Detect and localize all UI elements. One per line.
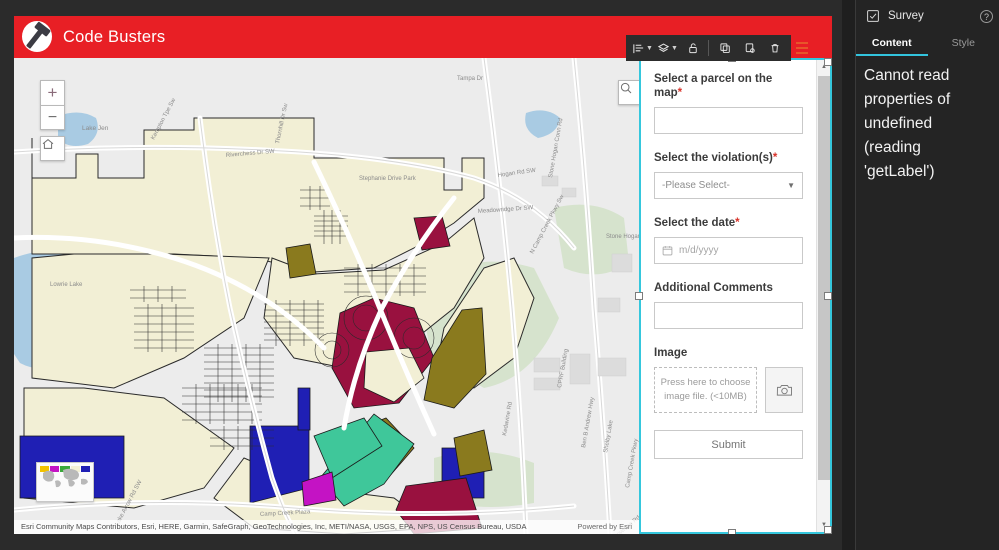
field-label-parcel: Select a parcel on the map* <box>654 73 773 99</box>
help-circle-icon[interactable]: ? <box>980 10 993 23</box>
resize-handle-bottom[interactable] <box>728 529 736 534</box>
field-image: Image Press here to choose image file. (… <box>654 346 803 413</box>
gavel-logo-icon <box>19 20 53 54</box>
search-icon[interactable] <box>618 80 639 105</box>
duplicate-icon[interactable] <box>712 36 737 60</box>
required-asterisk: * <box>677 87 683 99</box>
resize-handle-right[interactable] <box>824 292 832 300</box>
map-label: Tampa Dr <box>457 76 483 82</box>
builder-canvas: Code Busters ▼ ▼ Lake Jen Tampa Dr River… <box>0 0 842 550</box>
parcel-input[interactable] <box>654 107 803 134</box>
calendar-icon <box>662 246 673 256</box>
world-map-icon[interactable] <box>36 462 94 502</box>
field-label-comments: Additional Comments <box>654 282 773 294</box>
properties-panel-title: Survey <box>888 10 924 22</box>
properties-panel-tabs[interactable]: Content Style <box>856 32 999 56</box>
map-label: Lowrie Lake <box>50 282 83 288</box>
submit-button[interactable]: Submit <box>654 430 803 459</box>
field-label-image: Image <box>654 347 688 359</box>
zoom-out-button[interactable]: − <box>40 105 65 130</box>
resize-handle-left[interactable] <box>635 292 643 300</box>
image-file-dropzone[interactable]: Press here to choose image file. (<10MB) <box>654 367 757 413</box>
unlock-icon[interactable] <box>680 36 705 60</box>
builder-window: Code Busters ▼ ▼ Lake Jen Tampa Dr River… <box>0 0 999 550</box>
app-widget-frame: Code Busters ▼ ▼ Lake Jen Tampa Dr River… <box>14 16 832 534</box>
field-parcel: Select a parcel on the map* <box>654 72 803 134</box>
field-date: Select the date* m/d/yyyy <box>654 216 803 264</box>
date-input[interactable]: m/d/yyyy <box>654 237 803 264</box>
survey-checkbox-icon <box>867 10 879 22</box>
copy-settings-icon[interactable] <box>737 36 762 60</box>
error-message: Cannot read properties of undefined (rea… <box>864 67 951 180</box>
field-label-violation: Select the violation(s)* <box>654 152 778 164</box>
map-label: Stone Hogan Park <box>606 234 639 240</box>
layers-icon[interactable]: ▼ <box>655 36 680 60</box>
required-asterisk: * <box>772 152 778 164</box>
tab-style[interactable]: Style <box>928 32 999 56</box>
violation-select-value: -Please Select- <box>662 180 730 191</box>
date-placeholder: m/d/yyyy <box>679 245 719 256</box>
properties-panel-header: Survey ? <box>856 0 999 32</box>
powered-by-esri: Powered by Esri <box>577 522 632 531</box>
drag-handle-icon[interactable] <box>796 38 808 58</box>
scrollbar-thumb[interactable] <box>818 76 830 480</box>
survey-form-body: Select a parcel on the map* Select the v… <box>641 60 816 532</box>
field-comments: Additional Comments <box>654 281 803 329</box>
layout-icon[interactable]: ▼ <box>630 36 655 60</box>
map-attribution: Esri Community Maps Contributors, Esri, … <box>14 520 639 534</box>
widget-edit-toolbar[interactable]: ▼ ▼ <box>626 35 791 61</box>
required-asterisk: * <box>735 217 740 229</box>
resize-handle-top-right[interactable] <box>824 58 832 66</box>
home-icon[interactable] <box>40 136 65 161</box>
map-label: Stephanie Drive Park <box>359 176 417 182</box>
survey-form-panel[interactable]: Select a parcel on the map* Select the v… <box>639 58 832 534</box>
field-label-date: Select the date* <box>654 217 740 229</box>
field-violation: Select the violation(s)* -Please Select-… <box>654 151 803 199</box>
map-view[interactable]: Lake Jen Tampa Dr Riverchess Dr SW Kempton … <box>14 58 639 534</box>
chevron-down-icon: ▼ <box>787 181 795 190</box>
delete-icon[interactable] <box>762 36 787 60</box>
zoom-in-button[interactable]: + <box>40 80 65 105</box>
app-title: Code Busters <box>63 27 166 46</box>
violation-select[interactable]: -Please Select- ▼ <box>654 172 803 199</box>
resize-handle-bottom-right[interactable] <box>824 526 832 534</box>
camera-icon[interactable] <box>765 367 803 413</box>
tab-content[interactable]: Content <box>856 32 928 56</box>
map-label: Lake Jen <box>82 125 109 132</box>
comments-input[interactable] <box>654 302 803 329</box>
properties-panel: Survey ? Content Style Cannot read prope… <box>855 0 999 550</box>
